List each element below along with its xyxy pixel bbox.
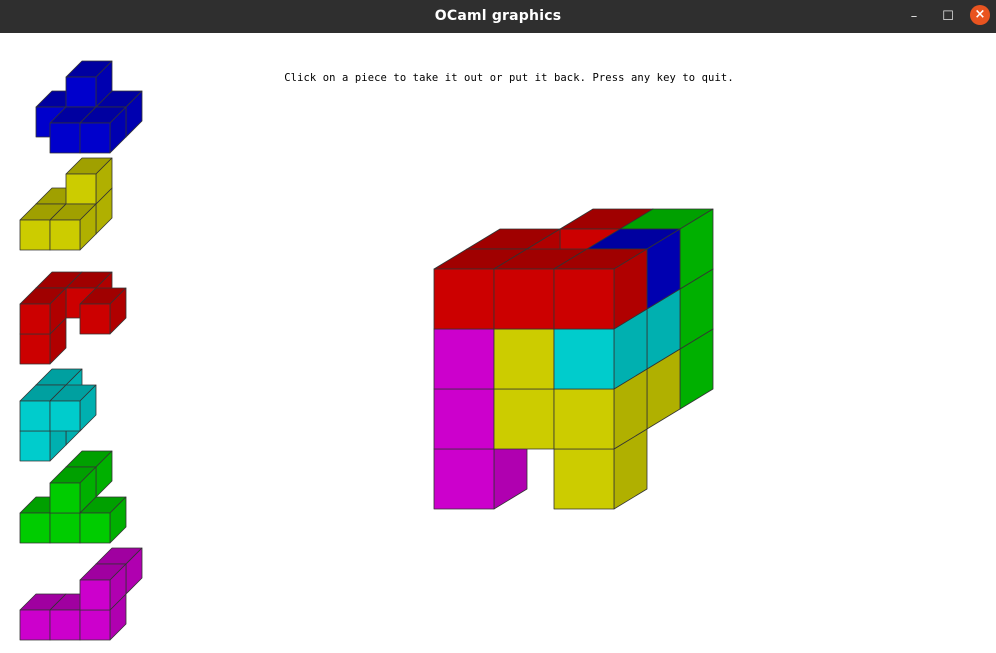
piece-red[interactable] — [19, 271, 127, 365]
piece-magenta[interactable] — [19, 547, 143, 641]
puzzle-cube-red[interactable] — [553, 248, 648, 330]
assembled-puzzle[interactable] — [433, 208, 714, 510]
piece-yellow[interactable] — [19, 157, 113, 251]
piece-green[interactable] — [19, 450, 127, 544]
piece-cyan[interactable] — [19, 368, 97, 462]
piece-blue[interactable] — [35, 60, 143, 154]
scene-svg[interactable] — [0, 0, 996, 653]
